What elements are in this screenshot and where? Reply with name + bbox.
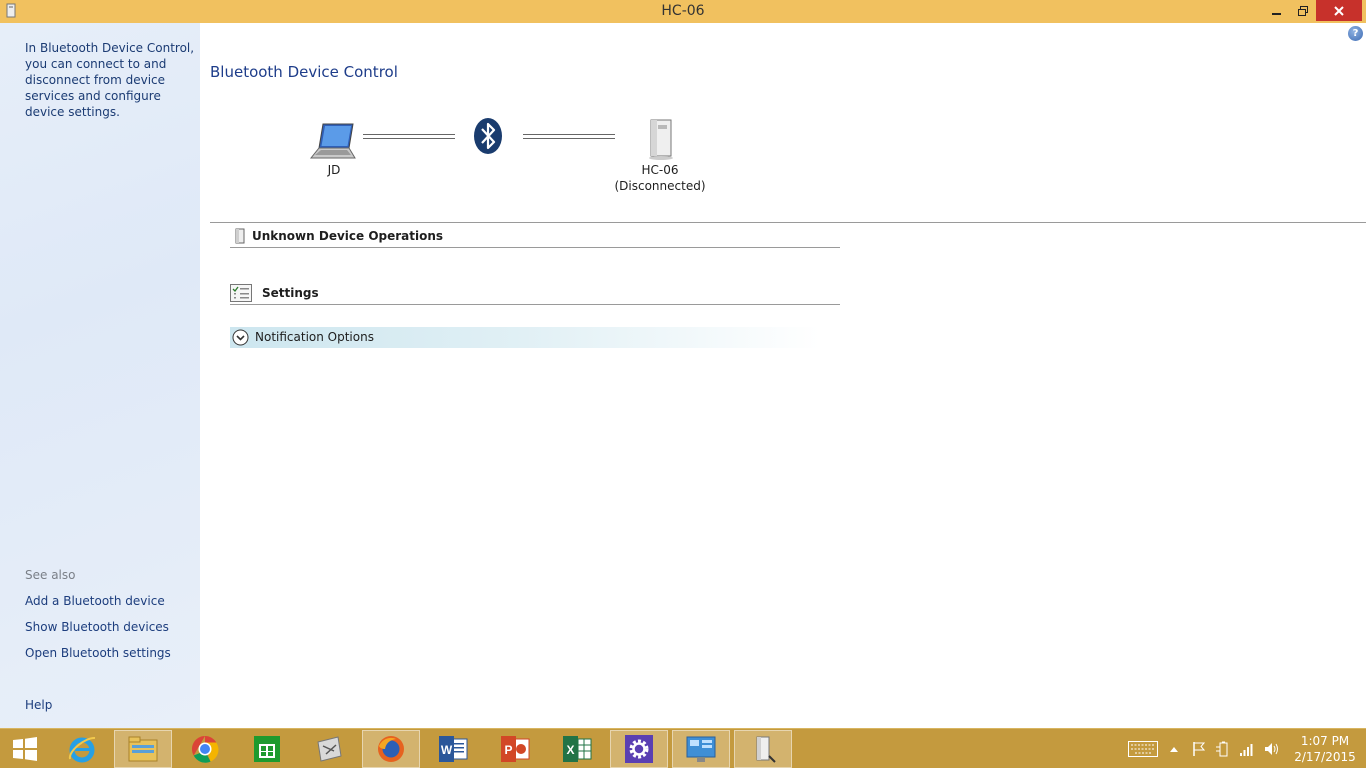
generic-device-icon: [649, 119, 673, 160]
svg-text:X: X: [566, 743, 574, 757]
bluetooth-icon: [474, 118, 502, 154]
flag-icon: [1193, 742, 1206, 756]
word-icon: W: [439, 736, 468, 762]
internet-explorer-icon: [68, 737, 96, 763]
svg-text:W: W: [441, 743, 453, 757]
window-title: HC-06: [661, 3, 705, 19]
help-link[interactable]: Help: [25, 698, 52, 712]
scanner-icon: [317, 736, 342, 762]
taskbar-scanner-app[interactable]: [300, 730, 358, 768]
show-hidden-icons-button[interactable]: [1166, 741, 1182, 757]
taskbar: W P X 1:07 PM 2/17/2015: [0, 728, 1366, 768]
battery-plug-icon: [1216, 741, 1228, 757]
chrome-icon: [191, 735, 219, 763]
keyboard-icon[interactable]: [1127, 741, 1159, 757]
device-icon: [756, 736, 776, 763]
gear-icon: [625, 735, 653, 763]
taskbar-powerpoint[interactable]: P: [486, 730, 544, 768]
clock-date: 2/17/2015: [1294, 750, 1356, 764]
notification-options-expander[interactable]: Notification Options: [230, 327, 820, 348]
svg-text:P: P: [504, 743, 512, 757]
settings-heading: Settings: [262, 286, 319, 300]
device-icon: [235, 228, 245, 244]
title-bar: HC-06: [0, 0, 1366, 23]
see-also-heading: See also: [25, 568, 76, 582]
taskbar-excel[interactable]: X: [548, 730, 606, 768]
taskbar-firefox[interactable]: [362, 730, 420, 768]
minimize-icon: [1272, 12, 1281, 15]
page-title: Bluetooth Device Control: [210, 63, 398, 81]
taskbar-file-explorer[interactable]: [114, 730, 172, 768]
laptop-icon: [309, 123, 356, 159]
unknown-device-operations-heading: Unknown Device Operations: [252, 229, 444, 243]
close-button[interactable]: [1316, 0, 1362, 21]
chevron-down-icon: [232, 329, 249, 346]
minimize-button[interactable]: [1264, 0, 1290, 21]
notification-options-label: Notification Options: [255, 330, 374, 344]
restore-icon: [1298, 5, 1308, 16]
add-bluetooth-device-link[interactable]: Add a Bluetooth device: [25, 594, 165, 608]
folder-icon: [128, 736, 158, 762]
left-task-pane: In Bluetooth Device Control, you can con…: [0, 23, 200, 728]
control-panel-icon: [686, 736, 716, 762]
help-icon[interactable]: ?: [1348, 26, 1363, 41]
close-icon: [1334, 5, 1344, 16]
taskbar-chrome[interactable]: [176, 730, 234, 768]
connection-line-left: [363, 134, 455, 139]
remote-device-status: (Disconnected): [614, 179, 706, 193]
speaker-icon: [1265, 743, 1278, 755]
clock-time: 1:07 PM: [1300, 734, 1350, 748]
taskbar-store[interactable]: [238, 730, 296, 768]
restore-button[interactable]: [1290, 0, 1316, 21]
chevron-up-icon: [1170, 747, 1178, 752]
taskbar-control-panel[interactable]: [672, 730, 730, 768]
store-icon: [254, 736, 280, 762]
divider: [210, 222, 1366, 223]
settings-list-icon: [230, 284, 252, 302]
powerpoint-icon: P: [501, 736, 530, 762]
system-clock[interactable]: 1:07 PM 2/17/2015: [1290, 733, 1360, 765]
unknown-device-operations-section: Unknown Device Operations: [230, 228, 840, 248]
taskbar-bluetooth-device[interactable]: [734, 730, 792, 768]
touch-keyboard-icon: [1128, 741, 1158, 757]
volume-icon[interactable]: [1262, 741, 1282, 757]
taskbar-settings[interactable]: [610, 730, 668, 768]
windows-logo-icon: [13, 737, 37, 761]
connection-line-right: [523, 134, 615, 139]
power-icon[interactable]: [1213, 741, 1233, 757]
start-button[interactable]: [0, 730, 50, 768]
network-icon[interactable]: [1238, 741, 1256, 757]
settings-section: Settings: [230, 283, 840, 305]
taskbar-word[interactable]: W: [424, 730, 482, 768]
firefox-icon: [378, 736, 404, 762]
excel-icon: X: [563, 736, 592, 762]
show-bluetooth-devices-link[interactable]: Show Bluetooth devices: [25, 620, 169, 634]
taskbar-internet-explorer[interactable]: [54, 730, 110, 768]
open-bluetooth-settings-link[interactable]: Open Bluetooth settings: [25, 646, 171, 660]
signal-bars-icon: [1240, 744, 1253, 756]
pane-intro-text: In Bluetooth Device Control, you can con…: [25, 41, 195, 119]
remote-device-name: HC-06: [641, 163, 679, 177]
local-device-name: JD: [327, 163, 341, 177]
action-center-icon[interactable]: [1190, 741, 1208, 757]
